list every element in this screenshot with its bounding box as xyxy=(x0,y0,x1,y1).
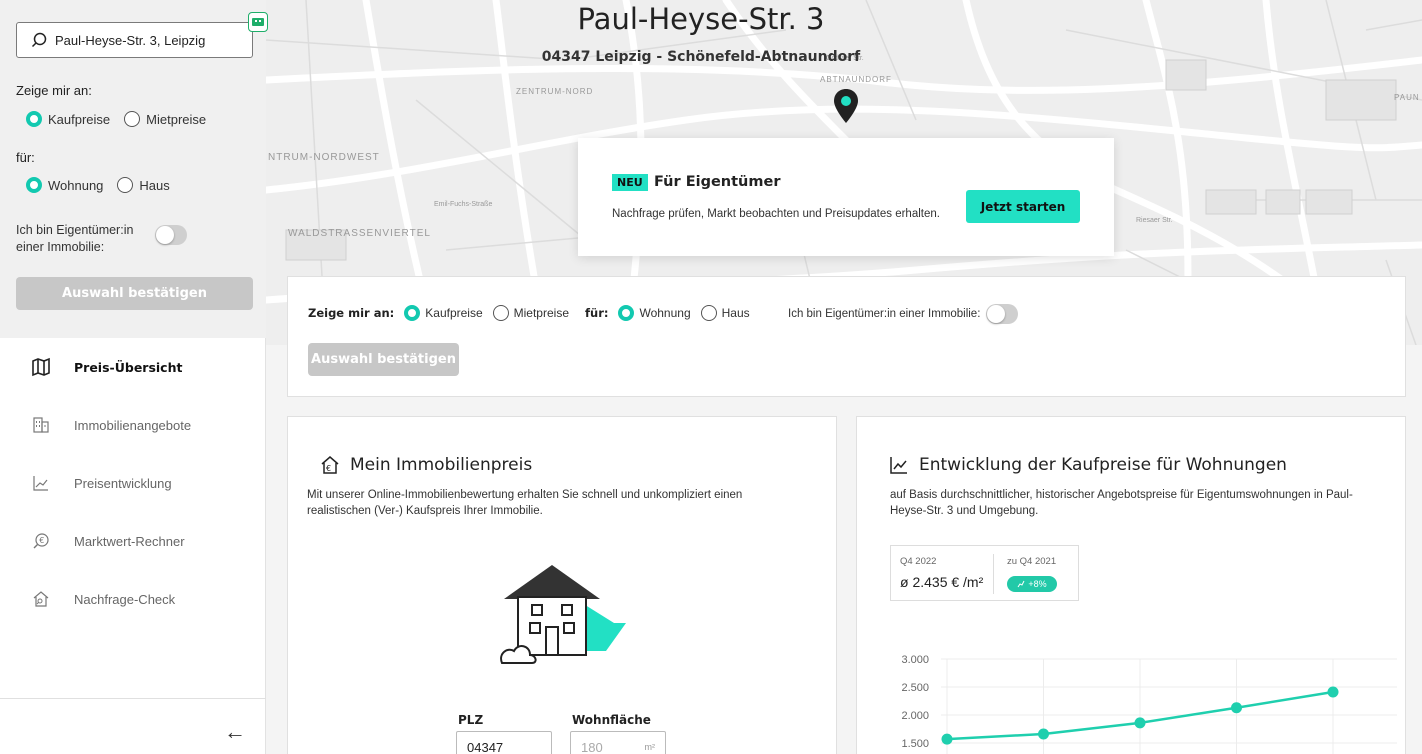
price-trend-card: Entwicklung der Kaufpreise für Wohnungen… xyxy=(856,416,1406,754)
new-badge: NEU xyxy=(612,174,648,191)
radio-mietpreise[interactable]: Mietpreise xyxy=(124,111,206,127)
owner-promo-card: NEU Für Eigentümer Nachfrage prüfen, Mar… xyxy=(578,138,1114,256)
map-label: NTRUM-NORDWEST xyxy=(268,152,380,163)
district-subtitle: 04347 Leipzig - Schönefeld-Abtnaundorf xyxy=(541,49,861,65)
location-pin-icon[interactable] xyxy=(833,88,859,124)
svg-text:€: € xyxy=(326,464,331,473)
search-icon xyxy=(31,32,47,48)
data-point xyxy=(1327,686,1339,698)
data-point xyxy=(1231,702,1242,714)
for-label: für: xyxy=(16,150,35,165)
stat-value: ø 2.435 € /m² xyxy=(900,574,984,590)
nav-label: Immobilienangebote xyxy=(74,417,192,433)
radio-haus[interactable]: Haus xyxy=(117,177,170,193)
filter-row: Zeige mir an: Kaufpreise Mietpreise für:… xyxy=(308,305,760,321)
building-icon xyxy=(33,417,49,433)
radio-mietpreise[interactable]: Mietpreise xyxy=(492,305,569,321)
address-search-input[interactable]: Paul-Heyse-Str. 3, Leipzig xyxy=(16,22,253,58)
owner-label: Ich bin Eigentümer:in einer Immobilie: xyxy=(788,308,981,320)
radio-wohnung[interactable]: Wohnung xyxy=(618,305,691,321)
house-euro-icon: € xyxy=(321,456,339,474)
radio-kaufpreise[interactable]: Kaufpreise xyxy=(26,111,110,127)
nav-item-marktwert-rechner[interactable]: € Marktwert-Rechner xyxy=(0,512,266,570)
trend-chart-icon xyxy=(33,476,48,491)
chat-bot-icon[interactable] xyxy=(248,12,268,32)
nav-item-nachfrage-check[interactable]: Nachfrage-Check xyxy=(0,570,266,628)
radio-wohnung[interactable]: Wohnung xyxy=(26,177,103,193)
nav-label: Preis-Übersicht xyxy=(74,359,183,375)
area-unit: m² xyxy=(644,742,656,752)
euro-search-icon: € xyxy=(33,533,49,549)
data-point xyxy=(941,733,953,745)
area-placeholder: 180 xyxy=(581,740,603,754)
map-label: Emil-Fuchs-Straße xyxy=(434,201,492,208)
sidebar-filter-panel: Paul-Heyse-Str. 3, Leipzig Zeige mir an:… xyxy=(0,0,268,338)
stat-compare-label: zu Q4 2021 xyxy=(1007,556,1057,567)
y-tick-label: 3.000 xyxy=(901,654,929,666)
trend-up-icon xyxy=(1017,580,1025,588)
radio-haus[interactable]: Haus xyxy=(700,305,750,321)
data-point xyxy=(1038,728,1049,740)
owner-toggle[interactable] xyxy=(986,304,1019,324)
house-illustration xyxy=(500,565,626,664)
map-label: Riesaer Str. xyxy=(1136,217,1173,224)
owner-option: Ich bin Eigentümer:in einer Immobilie: xyxy=(788,304,1019,324)
map-label: PAUN xyxy=(1394,93,1420,102)
sidebar-nav: Preis-Übersicht Immobilienangebote Preis… xyxy=(0,338,266,628)
map-label: ABTNAUNDORF xyxy=(820,75,892,84)
y-tick-label: 2.000 xyxy=(901,710,929,722)
map-icon xyxy=(32,357,50,377)
price-stat-box: Q4 2022 ø 2.435 € /m² zu Q4 2021 +8% xyxy=(890,545,1079,601)
promo-title: Für Eigentümer xyxy=(654,174,781,190)
trend-chart-icon xyxy=(890,457,907,474)
filter-bar: Zeige mir an: Kaufpreise Mietpreise für:… xyxy=(287,276,1406,397)
card-description: Mit unserer Online-Immobilienbewertung e… xyxy=(307,489,743,517)
card-title: € Mein Immobilienpreis xyxy=(320,455,532,475)
show-label: Zeige mir an: xyxy=(308,306,395,320)
map-label: ZENTRUM-NORD xyxy=(516,87,593,96)
confirm-selection-button[interactable]: Auswahl bestätigen xyxy=(308,343,459,376)
property-type-radios: Wohnung Haus xyxy=(26,177,184,193)
area-input[interactable]: 180 m² xyxy=(570,731,666,754)
card-description: auf Basis durchschnittlicher, historisch… xyxy=(890,489,1353,517)
house-search-icon xyxy=(33,591,49,607)
card-title: Entwicklung der Kaufpreise für Wohnungen xyxy=(889,455,1287,475)
sidebar: Paul-Heyse-Str. 3, Leipzig Zeige mir an:… xyxy=(0,0,268,754)
svg-text:€: € xyxy=(39,536,44,545)
owner-label: Ich bin Eigentümer:in einer Immobilie: xyxy=(16,223,134,254)
show-label: Zeige mir an: xyxy=(16,83,92,98)
price-type-radios: Kaufpreise Mietpreise xyxy=(26,111,220,127)
plz-label: PLZ xyxy=(458,713,484,727)
y-tick-label: 2.500 xyxy=(901,682,929,694)
for-label: für: xyxy=(585,306,609,320)
y-tick-label: 1.500 xyxy=(901,738,929,750)
stat-divider xyxy=(993,554,994,594)
nav-label: Marktwert-Rechner xyxy=(74,533,185,549)
data-point xyxy=(1134,717,1146,729)
confirm-selection-button[interactable]: Auswahl bestätigen xyxy=(16,277,253,310)
promo-text: Nachfrage prüfen, Markt beobachten und P… xyxy=(612,208,940,220)
arrow-left-icon[interactable]: ← xyxy=(224,719,246,745)
start-now-button[interactable]: Jetzt starten xyxy=(966,190,1080,223)
sidebar-footer: ← xyxy=(0,698,266,754)
street-title: Paul-Heyse-Str. 3 xyxy=(577,2,825,36)
stat-period: Q4 2022 xyxy=(900,556,937,567)
nav-item-preis-uebersicht[interactable]: Preis-Übersicht xyxy=(0,338,266,396)
change-badge: +8% xyxy=(1007,576,1057,592)
area-label: Wohnfläche xyxy=(572,713,651,727)
price-trend-chart[interactable]: 3.000 2.500 2.000 1.500 xyxy=(857,642,1407,754)
nav-item-preisentwicklung[interactable]: Preisentwicklung xyxy=(0,454,266,512)
nav-label: Nachfrage-Check xyxy=(74,591,176,607)
radio-kaufpreise[interactable]: Kaufpreise xyxy=(404,305,483,321)
search-value: Paul-Heyse-Str. 3, Leipzig xyxy=(55,32,206,48)
map-label: WALDSTRASSENVIERTEL xyxy=(288,228,431,239)
owner-toggle[interactable] xyxy=(155,225,187,245)
property-price-card: € Mein Immobilienpreis Mit unserer Onlin… xyxy=(287,416,837,754)
nav-item-immobilienangebote[interactable]: Immobilienangebote xyxy=(0,396,266,454)
plz-input[interactable]: 04347 xyxy=(456,731,552,754)
nav-label: Preisentwicklung xyxy=(74,475,172,491)
